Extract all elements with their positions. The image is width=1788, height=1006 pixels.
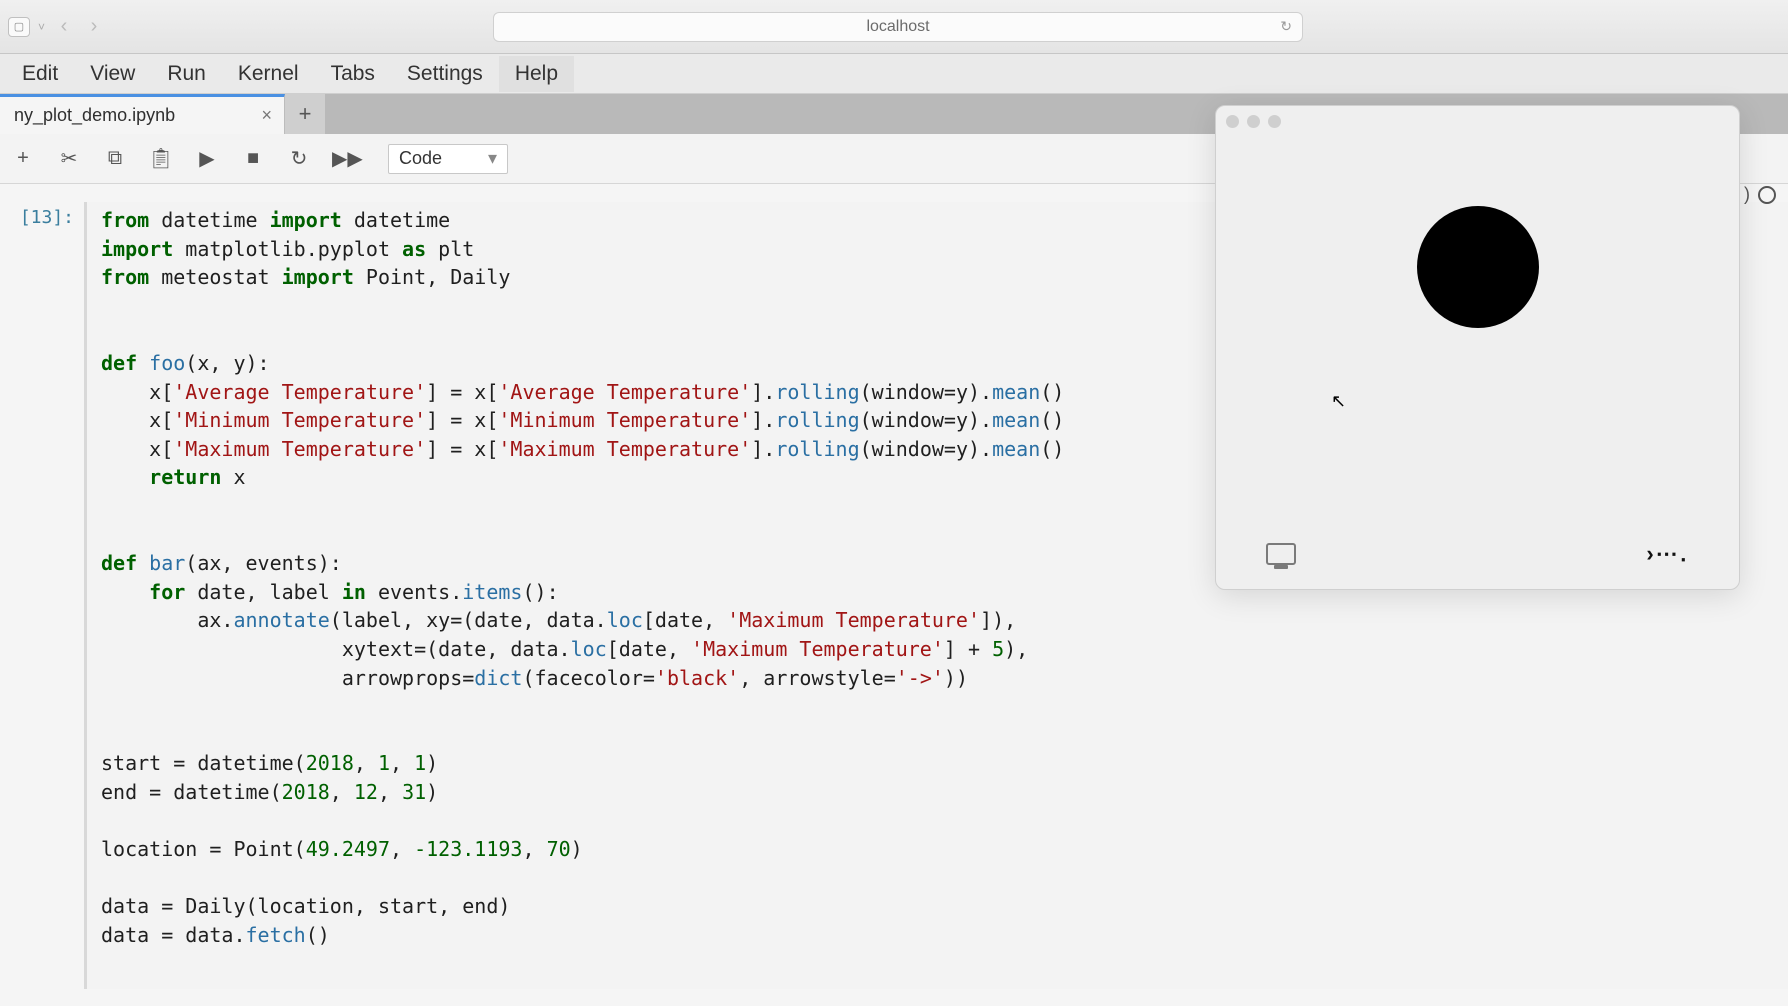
kernel-idle-icon[interactable]: [1758, 186, 1776, 204]
traffic-light-zoom-icon[interactable]: [1268, 115, 1281, 128]
overlay-window[interactable]: ↖ ›⋯․: [1215, 105, 1740, 590]
reload-icon[interactable]: ↻: [1280, 18, 1292, 35]
menu-kernel[interactable]: Kernel: [222, 56, 315, 92]
nav-back-button[interactable]: ‹: [53, 15, 75, 38]
nav-forward-button[interactable]: ›: [83, 15, 105, 38]
sidebar-toggle-button[interactable]: ▢: [8, 17, 30, 37]
mouse-cursor-icon: ↖: [1331, 391, 1346, 412]
stop-button[interactable]: ■: [240, 147, 266, 170]
cell-prompt: [13]:: [0, 202, 84, 232]
browser-toolbar: ▢ ˅ ‹ › localhost ↻: [0, 0, 1788, 54]
copy-button[interactable]: ⧉: [102, 147, 128, 170]
overlay-content: ↖ ›⋯․: [1216, 136, 1739, 589]
notebook-tab[interactable]: ny_plot_demo.ipynb ×: [0, 94, 285, 134]
kernel-status: ): [1744, 184, 1776, 205]
traffic-light-close-icon[interactable]: [1226, 115, 1239, 128]
dropdown-chevron-icon[interactable]: ˅: [38, 20, 45, 34]
new-tab-button[interactable]: +: [285, 94, 325, 134]
traffic-light-minimize-icon[interactable]: [1247, 115, 1260, 128]
run-button[interactable]: ▶: [194, 146, 220, 171]
cell-type-label: Code: [399, 148, 442, 169]
overlay-titlebar[interactable]: [1216, 106, 1739, 136]
signal-dots-icon[interactable]: ›⋯․: [1646, 541, 1689, 567]
add-cell-button[interactable]: +: [10, 147, 36, 170]
tab-title: ny_plot_demo.ipynb: [14, 105, 175, 126]
menu-help[interactable]: Help: [499, 56, 574, 92]
display-icon[interactable]: [1266, 543, 1296, 565]
address-text: localhost: [866, 18, 929, 36]
paste-button[interactable]: 📋︎: [148, 146, 174, 171]
run-all-button[interactable]: ▶▶: [332, 146, 358, 171]
kernel-status-text: ): [1744, 184, 1750, 205]
record-indicator-icon: [1417, 206, 1539, 328]
menu-settings[interactable]: Settings: [391, 56, 499, 92]
address-bar[interactable]: localhost ↻: [493, 12, 1303, 42]
app-menubar: Edit View Run Kernel Tabs Settings Help: [0, 54, 1788, 94]
overlay-dock: ›⋯․: [1216, 541, 1739, 567]
menu-edit[interactable]: Edit: [6, 56, 74, 92]
menu-view[interactable]: View: [74, 56, 151, 92]
cut-button[interactable]: ✂: [56, 146, 82, 171]
menu-tabs[interactable]: Tabs: [315, 56, 391, 92]
restart-button[interactable]: ↻: [286, 146, 312, 171]
cell-type-select[interactable]: Code: [388, 144, 508, 174]
menu-run[interactable]: Run: [151, 56, 222, 92]
tab-close-icon[interactable]: ×: [261, 105, 272, 126]
